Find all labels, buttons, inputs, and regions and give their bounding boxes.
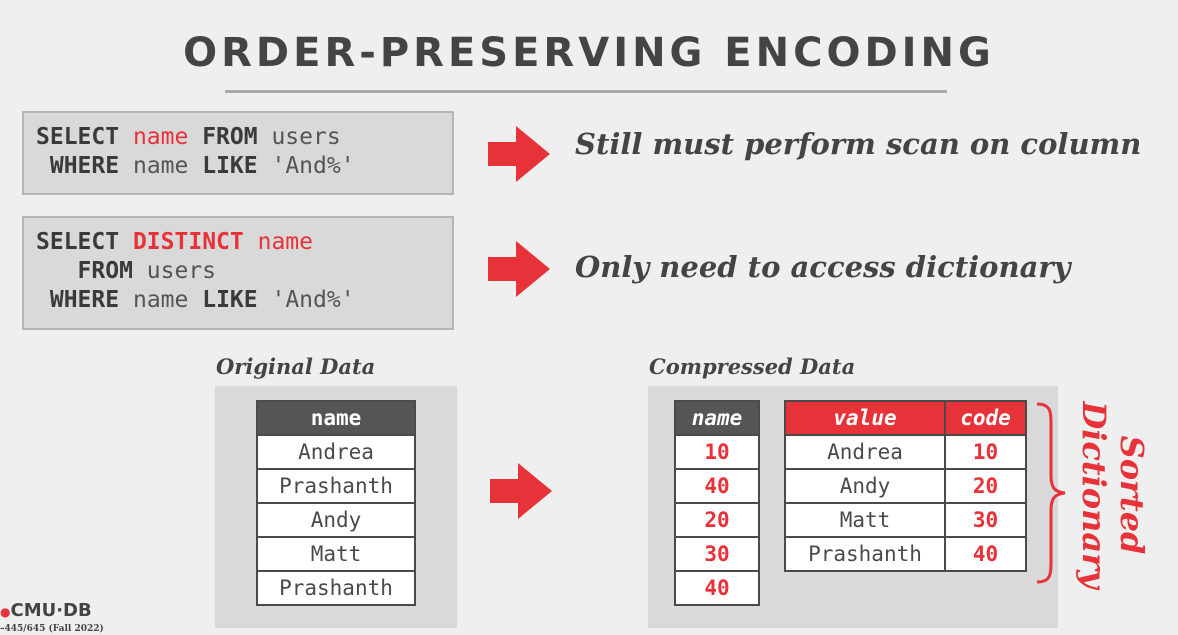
name-column-header: name — [674, 400, 760, 436]
where-column: name — [132, 287, 189, 313]
cmu-db-logo: ●CMU·DB — [0, 600, 92, 621]
sorted-dictionary-label: Dictionary Sorted — [1075, 400, 1151, 591]
code-column-header: code — [944, 400, 1027, 436]
where-keyword: WHERE — [49, 287, 120, 313]
table-name: users — [271, 124, 341, 150]
from-keyword: FROM — [77, 258, 133, 284]
title-underline — [225, 90, 947, 93]
query2-code-box: SELECT DISTINCT name FROM users WHERE na… — [22, 216, 454, 330]
table-row: 20 — [674, 502, 760, 538]
dict-value: Andrea — [784, 434, 946, 470]
from-keyword: FROM — [202, 124, 258, 150]
sorted-dictionary-line1: Sorted — [1113, 436, 1151, 555]
dict-code: 10 — [944, 434, 1027, 470]
arrow-right-icon — [488, 241, 550, 297]
table-row: 40 — [674, 468, 760, 504]
value-column-header: value — [784, 400, 946, 436]
dict-code: 40 — [944, 536, 1027, 572]
name-column-header: name — [256, 400, 416, 436]
table-row: Prashanth — [256, 570, 416, 606]
dictionary-table: value code Andrea 10 Andy 20 Matt 30 Prasha… — [784, 400, 1027, 572]
note-scan-column: Still must perform scan on column — [575, 127, 1142, 161]
arrow-right-icon — [488, 126, 550, 182]
where-column: name — [132, 153, 189, 179]
note-access-dictionary: Only need to access dictionary — [575, 250, 1071, 284]
where-keyword: WHERE — [49, 153, 120, 179]
original-data-table: name Andrea Prashanth Andy Matt Prashant… — [256, 400, 416, 606]
curly-brace-icon — [1036, 402, 1066, 584]
select-column: name — [257, 229, 313, 255]
table-name: users — [146, 258, 217, 284]
like-keyword: LIKE — [202, 287, 258, 313]
table-row: 10 — [674, 434, 760, 470]
compressed-codes-table: name 10 40 20 30 40 — [674, 400, 760, 606]
table-row: 30 — [674, 536, 760, 572]
table-row: 40 — [674, 570, 760, 606]
query1-code-box: SELECT name FROM users WHERE name LIKE '… — [22, 111, 454, 195]
dict-code: 20 — [944, 468, 1027, 504]
compressed-data-caption: Compressed Data — [649, 354, 856, 379]
table-row: Andy — [256, 502, 416, 538]
logo-text: CMU·DB — [10, 600, 92, 621]
like-keyword: LIKE — [202, 153, 258, 179]
select-column: name — [132, 124, 189, 150]
sorted-dictionary-line2: Dictionary — [1075, 400, 1113, 591]
course-label: –445/645 (Fall 2022) — [0, 624, 104, 634]
table-row: Prashanth — [256, 468, 416, 504]
like-pattern: 'And%' — [271, 287, 355, 313]
distinct-keyword: DISTINCT — [132, 229, 244, 255]
dict-value: Matt — [784, 502, 946, 538]
dict-value: Prashanth — [784, 536, 946, 572]
like-pattern: 'And%' — [271, 153, 355, 179]
original-data-caption: Original Data — [216, 354, 376, 379]
slide-title: ORDER-PRESERVING ENCODING — [183, 30, 995, 76]
dict-code: 30 — [944, 502, 1027, 538]
table-row: Andrea — [256, 434, 416, 470]
select-keyword: SELECT — [36, 124, 120, 150]
dict-value: Andy — [784, 468, 946, 504]
table-row: Matt — [256, 536, 416, 572]
select-keyword: SELECT — [36, 229, 120, 255]
arrow-right-icon — [490, 463, 552, 519]
